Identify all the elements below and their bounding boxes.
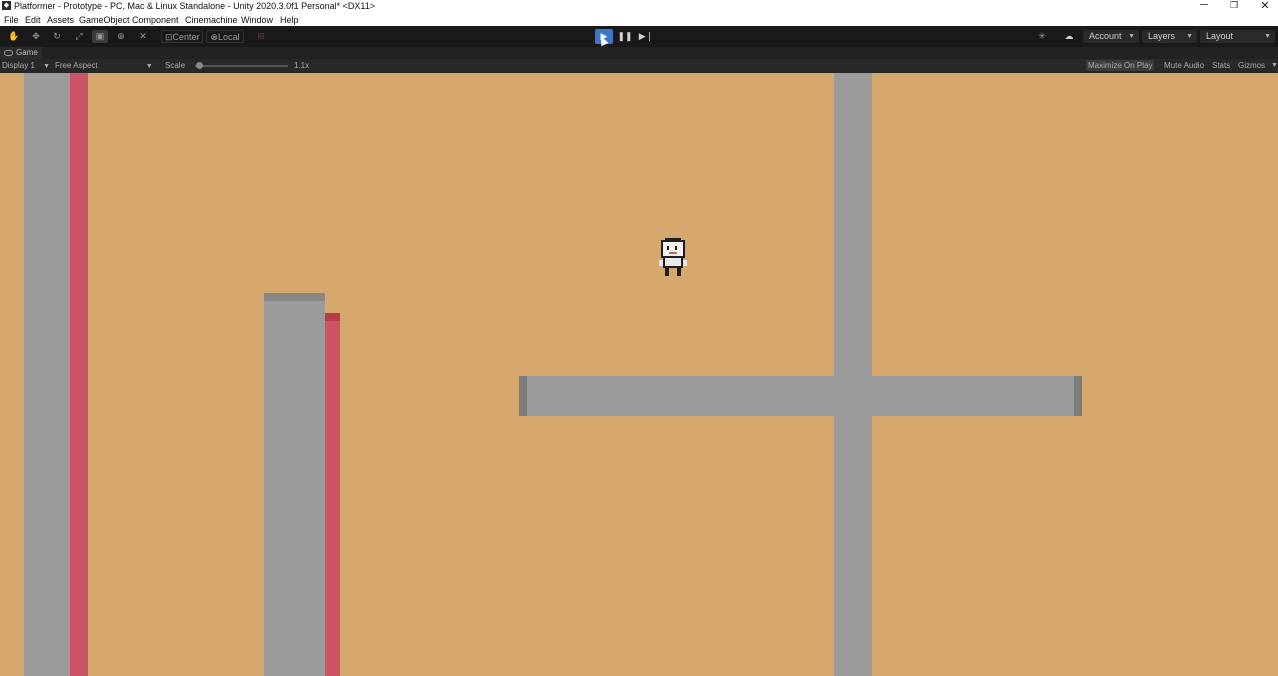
platform (519, 376, 1082, 416)
menu-edit[interactable]: Edit (25, 15, 41, 25)
scale-slider-handle[interactable] (196, 62, 204, 69)
layout-label: Layout (1206, 31, 1234, 41)
window-titlebar: ◆ Platformer - Prototype - PC, Mac & Lin… (0, 0, 1278, 13)
player (659, 238, 687, 276)
layout-dropdown[interactable]: Layout ▼ (1200, 30, 1275, 43)
collab-icon[interactable]: ✳ (1034, 30, 1050, 43)
scale-tool-icon[interactable]: ⤢ (71, 30, 87, 43)
menu-assets[interactable]: Assets (47, 15, 74, 25)
pivot-label: Center (172, 32, 200, 42)
window-title: Platformer - Prototype - PC, Mac & Linux… (14, 1, 376, 11)
chevron-down-icon: ▼ (1186, 33, 1193, 40)
menu-cinemachine[interactable]: Cinemachine (185, 15, 238, 25)
maximize-on-play-button[interactable]: Maximize On Play (1086, 60, 1155, 71)
chevron-down-icon[interactable]: ▼ (1271, 60, 1278, 71)
menu-file[interactable]: File (4, 15, 19, 25)
menu-bar: File Edit Assets GameObject Component Ci… (0, 13, 1278, 26)
scale-value: 1.1x (294, 61, 310, 70)
chevron-down-icon: ▼ (1128, 33, 1135, 40)
close-button[interactable]: ✕ (1257, 0, 1273, 12)
aspect-label: Free Aspect (55, 61, 98, 70)
space-label: Local (218, 32, 240, 42)
tab-game-label: Game (16, 48, 38, 57)
spike-pillar-cap (325, 313, 340, 321)
move-tool-icon[interactable]: ✥ (28, 30, 44, 43)
minimize-button[interactable]: ─ (1196, 0, 1212, 11)
globe-icon: ⊗ (210, 32, 219, 42)
account-label: Account (1089, 31, 1122, 41)
pivot-icon: ⊡ (165, 32, 173, 42)
restore-button[interactable]: ❐ (1226, 0, 1242, 11)
gamepad-icon (4, 50, 13, 56)
spike-pillar (325, 313, 340, 676)
pillar-cap (264, 293, 325, 301)
platform-left-cap (519, 376, 527, 416)
custom-tool-icon[interactable]: ✕ (135, 30, 151, 43)
game-tab-bar: Game (0, 47, 1278, 59)
vertical-wall (834, 73, 872, 676)
layers-label: Layers (1148, 31, 1176, 41)
menu-gameobject[interactable]: GameObject (79, 15, 130, 25)
platform-right-cap (1074, 376, 1082, 416)
menu-help[interactable]: Help (280, 15, 299, 25)
scale-label: Scale (165, 61, 186, 70)
rotate-tool-icon[interactable]: ↻ (49, 30, 65, 43)
snap-icon[interactable]: ⊞ (253, 30, 269, 43)
account-dropdown[interactable]: Account ▼ (1083, 30, 1139, 43)
layers-dropdown[interactable]: Layers ▼ (1142, 30, 1197, 43)
pause-button[interactable]: ❚❚ (617, 30, 633, 43)
pillar (264, 293, 325, 676)
gizmos-button[interactable]: Gizmos (1238, 60, 1265, 71)
unity-app-icon: ◆ (2, 1, 11, 10)
chevron-down-icon: ▼ (145, 63, 153, 70)
wall (24, 73, 70, 676)
hand-tool-icon[interactable]: ✋ (6, 30, 22, 43)
pivot-toggle[interactable]: ⊡Center (161, 30, 203, 43)
aspect-dropdown[interactable]: Free Aspect ▼ (55, 61, 153, 70)
spike-wall (70, 73, 88, 676)
game-viewport[interactable] (0, 73, 1278, 676)
space-toggle[interactable]: ⊗Local (206, 30, 244, 43)
display-dropdown[interactable]: Display 1 ▼ (2, 61, 50, 70)
step-button[interactable]: ▶❘ (638, 30, 654, 43)
display-label: Display 1 (2, 61, 35, 70)
game-view-toolbar: Display 1 ▼ Free Aspect ▼ Scale 1.1x Maxi… (0, 59, 1278, 73)
stats-button[interactable]: Stats (1212, 60, 1230, 71)
mute-audio-button[interactable]: Mute Audio (1164, 60, 1204, 71)
scale-slider[interactable] (195, 65, 288, 67)
cloud-icon[interactable]: ☁ (1061, 30, 1077, 43)
main-toolbar: ✋ ✥ ↻ ⤢ ▣ ⊕ ✕ ⊡Center ⊗Local ⊞ ❚❚ ▶❘ ✳ ☁… (0, 26, 1278, 47)
tab-game[interactable]: Game (0, 47, 42, 59)
chevron-down-icon: ▼ (1264, 33, 1271, 40)
chevron-down-icon: ▼ (43, 63, 51, 70)
menu-window[interactable]: Window (241, 15, 273, 25)
menu-component[interactable]: Component (132, 15, 179, 25)
rect-tool-icon[interactable]: ▣ (92, 30, 108, 43)
transform-tool-icon[interactable]: ⊕ (113, 30, 129, 43)
